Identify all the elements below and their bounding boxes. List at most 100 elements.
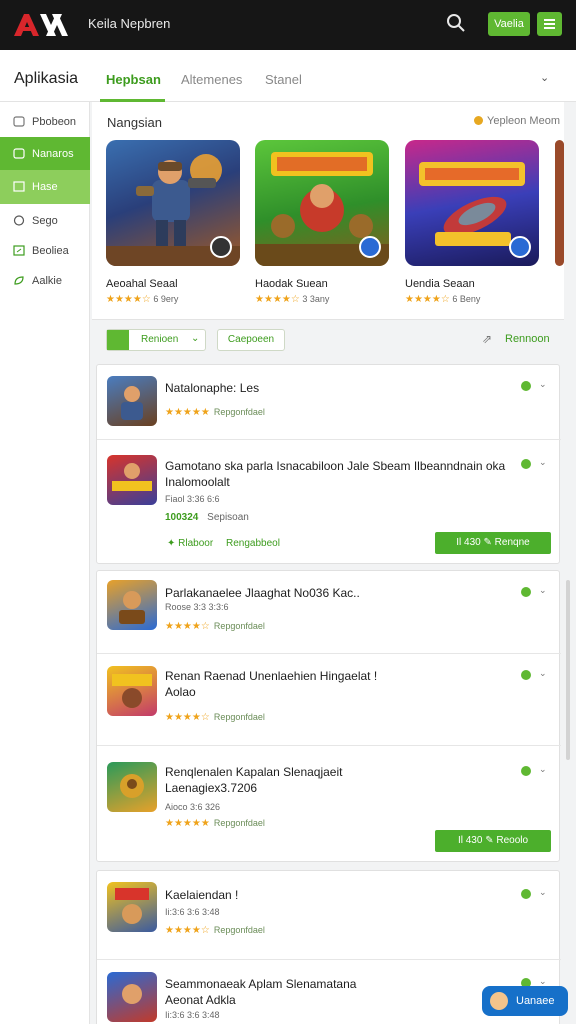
sidebar-item-sego[interactable]: Sego <box>0 204 90 238</box>
chevron-down-icon[interactable]: ⌄ <box>540 71 549 84</box>
link-primary[interactable]: Rlaboor <box>178 538 213 549</box>
chevron-down-icon[interactable]: ⌄ <box>539 668 547 679</box>
filter-chip[interactable]: Caepoeen <box>217 329 285 351</box>
featured-card-title: Uendia Seaan <box>405 278 475 290</box>
chevron-down-icon[interactable]: ⌄ <box>539 887 547 898</box>
game-thumbnail <box>555 140 564 266</box>
app-subtitle: Ii:3:6 3:6 3:48 <box>165 907 220 917</box>
app-icon <box>107 376 157 426</box>
app-artwork <box>120 774 144 798</box>
chevron-down-icon[interactable]: ⌄ <box>539 379 547 390</box>
chat-button-label: Uanaee <box>516 995 555 1007</box>
chevron-down-icon[interactable]: ⌄ <box>539 764 547 775</box>
star-rating: ★★★★☆ <box>165 712 210 723</box>
menu-button[interactable] <box>537 12 562 36</box>
game-thumbnail <box>255 140 389 266</box>
avatar <box>490 992 508 1010</box>
header-cta-button[interactable]: Vaelia <box>488 12 530 36</box>
app-title-line2: Aolao <box>165 685 196 699</box>
rating-label: Repgonfdael <box>213 712 265 722</box>
link-row: ✦ Rlaboor Rengabbeol <box>167 538 280 549</box>
download-button[interactable]: Il 430 ✎ Reoolo <box>435 830 551 852</box>
status-dot <box>521 381 531 391</box>
search-icon[interactable] <box>444 11 468 35</box>
app-title-line2: Aeonat Adkla <box>165 993 236 1007</box>
brand-name: Keila Nepbren <box>88 16 171 31</box>
sidebar-item-label: Aalkie <box>32 275 62 287</box>
filter-chip-label: Renioen <box>141 334 179 345</box>
filter-row: Renioen ⌄ Caepoeen ⇗ Rennoon <box>92 320 564 364</box>
sparkle-icon: ✦ <box>167 538 176 549</box>
tab-altemenes[interactable]: Altemenes <box>181 72 242 87</box>
sidebar-item-label: Nanaros <box>32 148 74 160</box>
app-rating: ★★★★☆ Repgonfdael <box>165 925 265 936</box>
chevron-down-icon[interactable]: ⌄ <box>539 457 547 468</box>
app-artwork <box>112 674 152 708</box>
link-secondary[interactable]: Rengabbeol <box>226 538 280 549</box>
featured-card[interactable]: Haodak Suean ★★★★☆ 3 3any <box>255 140 391 305</box>
featured-card[interactable]: Uendia Seaan ★★★★☆ 6 Beny <box>405 140 541 305</box>
platform-badge <box>509 236 531 258</box>
game-thumbnail <box>106 140 240 266</box>
game-thumbnail <box>405 140 539 266</box>
list-item[interactable]: Gamotano ska parla Isnacabiloon Jale Sbe… <box>97 439 561 565</box>
rating-label: Repgonfdael <box>213 407 265 417</box>
app-title: Gamotano ska parla Isnacabiloon Jale Sbe… <box>165 459 506 489</box>
app-title: Parlakanaelee Jlaaghat No036 Kac.. <box>165 586 360 600</box>
sidebar-item-label: Hase <box>32 181 58 193</box>
filter-dropdown[interactable]: Renioen ⌄ <box>106 329 206 351</box>
list-item[interactable]: Kaelaiendan ! Ii:3:6 3:6 3:48 ★★★★☆ Repgo… <box>97 871 561 959</box>
app-artwork <box>119 591 145 624</box>
leaf-icon <box>14 276 24 285</box>
app-artwork <box>122 984 142 1004</box>
top-bar: Keila Nepbren Vaelia <box>0 0 576 50</box>
app-icon <box>107 762 157 812</box>
featured-more-link[interactable]: Yepleon Meom <box>474 115 560 127</box>
sidebar-item-label: Pbobeon <box>32 116 77 128</box>
chevron-down-icon[interactable]: ⌄ <box>539 585 547 596</box>
app-title: Renan Raenad Unenlaehien Hingaelat ! Aola… <box>165 668 510 700</box>
featured-card-meta: ★★★★☆ 6 9ery <box>106 294 242 305</box>
app-title: Renqlenalen Kapalan Slenaqjaeit Laenagiex… <box>165 764 510 796</box>
circle-icon <box>13 215 25 226</box>
price-row: 100324 Sepisoan <box>165 512 249 523</box>
list-item[interactable]: Parlakanaelee Jlaaghat No036 Kac.. Roose… <box>97 571 561 653</box>
star-rating: ★★★★☆ <box>165 925 210 936</box>
share-icon[interactable]: ⇗ <box>482 332 492 346</box>
app-rating: ★★★★☆ Repgonfdael <box>165 712 265 723</box>
sidebar-item-nanaros[interactable]: Nanaros <box>0 137 90 171</box>
featured-card-partial[interactable] <box>555 140 564 266</box>
rating-label: Repgonfdael <box>213 621 265 631</box>
tab-stanel[interactable]: Stanel <box>265 72 302 87</box>
site-logo[interactable] <box>12 10 70 38</box>
sidebar-item-beoliea[interactable]: Beoliea <box>0 234 90 268</box>
list-item[interactable]: Natalonaphe: Les ★★★★★ Repgonfdael ⌄ <box>97 365 561 439</box>
featured-title: Nangsian <box>107 115 162 130</box>
app-title-line1: Seammonaeak Aplam Slenamatana <box>165 977 357 991</box>
star-rating: ★★★★☆ <box>255 294 300 305</box>
sidebar-item-aalkie[interactable]: Aalkie <box>0 264 90 298</box>
coin-icon <box>474 116 483 125</box>
app-artwork <box>115 888 149 924</box>
filter-icon <box>107 330 129 350</box>
sub-header: Aplikasia Hepbsan Altemenes Stanel ⌄ <box>0 50 576 102</box>
featured-card[interactable]: Aeoahal Seaal ★★★★☆ 6 9ery <box>106 140 242 305</box>
featured-section: Nangsian Yepleon Meom Aeoahal Seaal ★★★★… <box>92 102 564 320</box>
chat-button[interactable]: Uanaee <box>482 986 568 1016</box>
download-button[interactable]: Il 430 ✎ Renqne <box>435 532 551 554</box>
scrollbar[interactable] <box>566 580 570 760</box>
chevron-down-icon: ⌄ <box>191 333 200 344</box>
app-subtitle: Aioco 3:6 326 <box>165 802 221 812</box>
tab-hepbsan[interactable]: Hepbsan <box>106 72 161 87</box>
list-item[interactable]: Renqlenalen Kapalan Slenaqjaeit Laenagiex… <box>97 745 561 863</box>
status-dot <box>521 670 531 680</box>
list-item[interactable]: Renan Raenad Unenlaehien Hingaelat ! Aola… <box>97 653 561 745</box>
sidebar-item-pbobeon[interactable]: Pbobeon <box>0 105 90 139</box>
sidebar-item-label: Sego <box>32 215 58 227</box>
sidebar-item-hase[interactable]: Hase <box>0 170 90 204</box>
price-value: 100324 <box>165 512 199 523</box>
featured-card-count: 6 Beny <box>452 294 481 304</box>
app-subtitle: Roose 3:3 3:3:6 <box>165 602 229 612</box>
sort-link[interactable]: Rennoon <box>505 333 550 345</box>
star-rating: ★★★★☆ <box>165 621 210 632</box>
